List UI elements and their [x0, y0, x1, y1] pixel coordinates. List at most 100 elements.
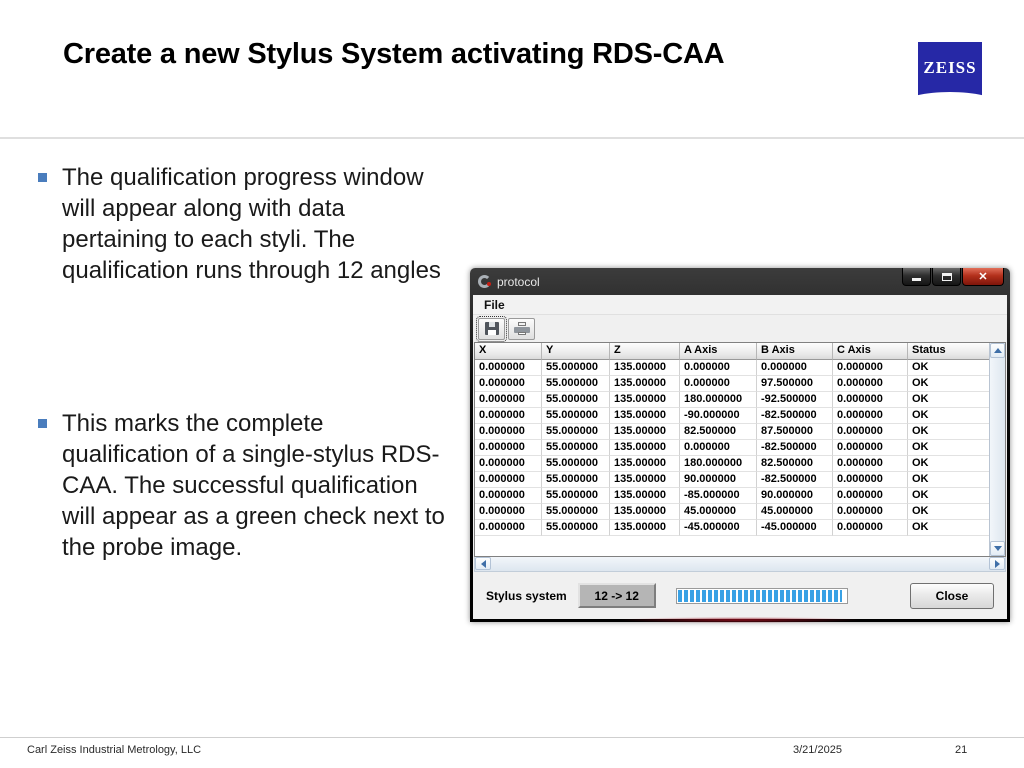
table-row[interactable]: 0.00000055.000000135.00000-85.00000090.0…	[475, 488, 989, 504]
table-header-row[interactable]: XYZA AxisB AxisC AxisStatus	[475, 343, 989, 360]
table-cell: -85.000000	[680, 488, 757, 504]
table-cell: 135.00000	[610, 376, 680, 392]
scroll-down-button[interactable]	[990, 541, 1005, 556]
column-header[interactable]: X	[475, 343, 542, 360]
table-cell: 90.000000	[680, 472, 757, 488]
menu-file[interactable]: File	[480, 298, 509, 312]
progress-fill	[678, 590, 843, 602]
table-row[interactable]: 0.00000055.000000135.00000-90.000000-82.…	[475, 408, 989, 424]
vertical-scrollbar[interactable]	[989, 343, 1005, 556]
table-cell: 0.000000	[475, 472, 542, 488]
table-cell: 55.000000	[542, 504, 610, 520]
table-row[interactable]: 0.00000055.000000135.000000.00000097.500…	[475, 376, 989, 392]
table-cell: 0.000000	[475, 456, 542, 472]
arrow-up-icon	[994, 348, 1002, 353]
table-cell: 0.000000	[833, 504, 908, 520]
table-cell: 55.000000	[542, 392, 610, 408]
column-header[interactable]: Y	[542, 343, 610, 360]
table-cell: -92.500000	[757, 392, 833, 408]
table-row[interactable]: 0.00000055.000000135.0000082.50000087.50…	[475, 424, 989, 440]
table-cell: 55.000000	[542, 456, 610, 472]
table-cell: 180.000000	[680, 392, 757, 408]
bullet-item-2: This marks the complete qualification of…	[38, 408, 450, 563]
table-row[interactable]: 0.00000055.000000135.00000180.00000082.5…	[475, 456, 989, 472]
table-cell: 135.00000	[610, 520, 680, 536]
table-cell: 45.000000	[680, 504, 757, 520]
save-button[interactable]	[478, 318, 505, 340]
table-cell: 0.000000	[833, 520, 908, 536]
minimize-button[interactable]	[902, 268, 931, 286]
table-cell: 135.00000	[610, 408, 680, 424]
table-cell: 135.00000	[610, 488, 680, 504]
title-divider	[0, 137, 1024, 139]
table-cell: OK	[908, 488, 989, 504]
table-cell: -82.500000	[757, 408, 833, 424]
print-button[interactable]	[508, 318, 535, 340]
table-cell: OK	[908, 440, 989, 456]
footer-company: Carl Zeiss Industrial Metrology, LLC	[27, 744, 201, 756]
bullet-text: The qualification progress window will a…	[62, 162, 450, 286]
toolbar	[473, 315, 1007, 342]
table-cell: 135.00000	[610, 440, 680, 456]
angle-counter: 12 -> 12	[578, 583, 656, 608]
protocol-table-body: 0.00000055.000000135.000000.0000000.0000…	[475, 360, 989, 536]
table-cell: -82.500000	[757, 472, 833, 488]
menu-bar: File	[473, 295, 1007, 315]
table-cell: 135.00000	[610, 392, 680, 408]
close-window-button[interactable]: ✕	[962, 268, 1004, 286]
scroll-left-button[interactable]	[475, 557, 491, 570]
table-cell: OK	[908, 504, 989, 520]
table-cell: 135.00000	[610, 360, 680, 376]
minimize-icon	[912, 278, 921, 281]
table-cell: 55.000000	[542, 440, 610, 456]
arrow-left-icon	[481, 560, 486, 568]
table-cell: 0.000000	[475, 376, 542, 392]
table-empty-area	[475, 536, 989, 556]
scroll-right-button[interactable]	[989, 557, 1005, 570]
column-header[interactable]: C Axis	[833, 343, 908, 360]
maximize-button[interactable]	[932, 268, 961, 286]
scroll-up-button[interactable]	[990, 343, 1005, 358]
protocol-window: protocol ✕ File	[470, 268, 1010, 622]
table-row[interactable]: 0.00000055.000000135.0000090.000000-82.5…	[475, 472, 989, 488]
horizontal-scrollbar[interactable]	[474, 557, 1006, 572]
table-row[interactable]: 0.00000055.000000135.000000.000000-82.50…	[475, 440, 989, 456]
close-button[interactable]: Close	[910, 583, 994, 609]
arrow-right-icon	[995, 560, 1000, 568]
table-cell: OK	[908, 392, 989, 408]
table-cell: 0.000000	[475, 440, 542, 456]
footer-page-number: 21	[955, 744, 967, 756]
column-header[interactable]: Z	[610, 343, 680, 360]
bullet-square-icon	[38, 173, 47, 182]
table-cell: 0.000000	[475, 408, 542, 424]
column-header[interactable]: B Axis	[757, 343, 833, 360]
window-controls: ✕	[901, 268, 1004, 295]
table-cell: OK	[908, 456, 989, 472]
window-body: File XYZA AxisB AxisC AxisStatus 0.00000…	[473, 295, 1007, 619]
table-cell: 97.500000	[757, 376, 833, 392]
table-cell: 0.000000	[833, 376, 908, 392]
table-cell: 82.500000	[757, 456, 833, 472]
table-cell: 55.000000	[542, 408, 610, 424]
table-cell: -90.000000	[680, 408, 757, 424]
table-cell: OK	[908, 360, 989, 376]
table-cell: 180.000000	[680, 456, 757, 472]
page-title: Create a new Stylus System activating RD…	[63, 38, 883, 71]
column-header[interactable]: Status	[908, 343, 989, 360]
save-icon	[485, 322, 499, 335]
table-cell: 0.000000	[680, 440, 757, 456]
table-row[interactable]: 0.00000055.000000135.0000045.00000045.00…	[475, 504, 989, 520]
table-row[interactable]: 0.00000055.000000135.000000.0000000.0000…	[475, 360, 989, 376]
table-cell: OK	[908, 376, 989, 392]
table-cell: 55.000000	[542, 376, 610, 392]
column-header[interactable]: A Axis	[680, 343, 757, 360]
table-cell: 55.000000	[542, 488, 610, 504]
table-cell: 0.000000	[757, 360, 833, 376]
table-row[interactable]: 0.00000055.000000135.00000180.000000-92.…	[475, 392, 989, 408]
table-row[interactable]: 0.00000055.000000135.00000-45.000000-45.…	[475, 520, 989, 536]
window-title-bar[interactable]: protocol ✕	[470, 268, 1010, 295]
table-cell: -45.000000	[680, 520, 757, 536]
table-cell: 90.000000	[757, 488, 833, 504]
qualification-progress-bar	[676, 588, 848, 604]
table-cell: 0.000000	[475, 520, 542, 536]
